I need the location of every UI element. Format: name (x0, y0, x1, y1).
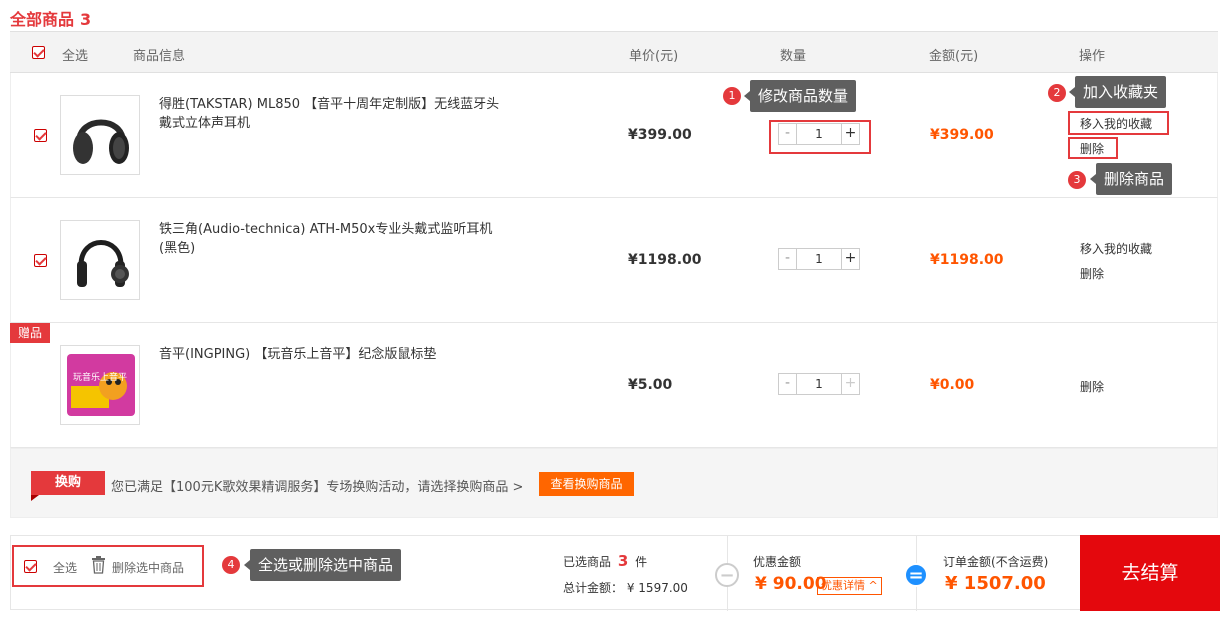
headphones-image (73, 119, 129, 164)
checkout-button[interactable]: 去结算 (1080, 535, 1220, 611)
callout-select-delete: 全选或删除选中商品 (243, 549, 402, 581)
callout-number-4: 4 (222, 556, 240, 574)
cart-item-row: 铁三角(Audio-technica) ATH-M50x专业头戴式监听耳机 (黑… (10, 198, 1218, 323)
highlight-footer-select-box (12, 545, 204, 587)
callout-edit-quantity: 修改商品数量 (743, 80, 857, 112)
cart-item-row: 得胜(TAKSTAR) ML850 【音平十周年定制版】无线蓝牙头戴式立体声耳机… (10, 73, 1218, 198)
highlight-qty-box (769, 120, 871, 154)
unit-price: ¥5.00 (628, 377, 673, 393)
headphones-image (77, 240, 129, 287)
qty-input[interactable]: 1 (798, 249, 840, 269)
select-all-checkbox[interactable] (32, 46, 45, 59)
delete-link[interactable]: 删除 (1080, 378, 1104, 395)
callout-delete-item: 删除商品 (1089, 163, 1173, 195)
qty-minus-button[interactable]: - (779, 374, 797, 394)
view-swap-button[interactable]: 查看换购商品 (539, 472, 634, 496)
order-total-label: 订单金额(不含运费) (943, 555, 1049, 569)
item-checkbox[interactable] (34, 254, 47, 267)
callout-number-3: 3 (1068, 171, 1086, 189)
total-summary: 总计金额： ¥ 1597.00 (563, 579, 688, 596)
unit-price: ¥399.00 (628, 127, 692, 143)
callout-add-favorite: 加入收藏夹 (1068, 76, 1167, 108)
swap-text[interactable]: 您已满足【100元K歌效果精调服务】专场换购活动，请选择换购商品 > (111, 476, 523, 495)
total-value: ¥ 1597.00 (626, 581, 688, 595)
move-to-favorites-link[interactable]: 移入我的收藏 (1080, 240, 1152, 257)
page-title: 全部商品 3 (10, 6, 91, 30)
selected-unit: 件 (635, 555, 648, 569)
column-operation: 操作 (1079, 49, 1106, 64)
qty-plus-button[interactable]: + (841, 374, 859, 394)
qty-plus-button[interactable]: + (841, 249, 859, 269)
discount-detail-button[interactable]: 优惠详情 ^ (817, 577, 882, 595)
product-name[interactable]: 音平(INGPING) 【玩音乐上音平】纪念版鼠标垫 (159, 345, 509, 364)
qty-minus-button[interactable]: - (779, 249, 797, 269)
column-quantity: 数量 (780, 49, 807, 64)
unit-price: ¥1198.00 (628, 252, 702, 268)
title-text: 全部商品 (10, 10, 75, 29)
mousepad-image: 玩音乐上音平 (67, 354, 135, 416)
mousepad-text: 玩音乐上音平 (73, 371, 127, 383)
highlight-delete-box (1068, 137, 1118, 159)
column-unit-price: 单价(元) (629, 49, 679, 64)
callout-number-1: 1 (723, 87, 741, 105)
column-info: 商品信息 (133, 49, 186, 64)
select-all-label[interactable]: 全选 (62, 45, 88, 64)
minus-icon: − (715, 563, 739, 587)
selected-summary: 已选商品 3 件 (563, 552, 647, 570)
product-image[interactable] (60, 220, 140, 300)
order-total-value: ¥ 1507.00 (945, 573, 1046, 594)
swap-tag: 换购 (31, 471, 105, 501)
qty-input: 1 (815, 377, 823, 391)
item-amount: ¥399.00 (930, 127, 994, 143)
column-amount: 金额(元) (929, 49, 979, 64)
product-image[interactable] (60, 95, 140, 175)
item-count: 3 (80, 10, 92, 29)
discount-value: ¥ 90.00 (755, 574, 827, 594)
item-amount: ¥1198.00 (930, 252, 1004, 268)
quantity-stepper: - 1 + (778, 248, 860, 270)
selected-count: 3 (617, 552, 629, 570)
equals-icon: = (904, 563, 928, 587)
swap-promo-bar: 换购 您已满足【100元K歌效果精调服务】专场换购活动，请选择换购商品 > 查看… (10, 448, 1218, 518)
item-checkbox[interactable] (34, 129, 47, 142)
quantity-stepper: - 1 + (778, 373, 860, 395)
selected-label: 已选商品 (563, 555, 612, 569)
total-label: 总计金额： (563, 581, 624, 595)
table-header: 全选 商品信息 单价(元) 数量 金额(元) 操作 (10, 31, 1218, 73)
product-name[interactable]: 得胜(TAKSTAR) ML850 【音平十周年定制版】无线蓝牙头戴式立体声耳机 (159, 95, 509, 133)
highlight-favorite-box (1068, 111, 1169, 135)
product-name[interactable]: 铁三角(Audio-technica) ATH-M50x专业头戴式监听耳机 (黑… (159, 220, 509, 258)
cart-item-row: 玩音乐上音平 音平(INGPING) 【玩音乐上音平】纪念版鼠标垫 ¥5.00 … (10, 323, 1218, 448)
product-image[interactable]: 玩音乐上音平 (60, 345, 140, 425)
gift-badge: 赠品 (10, 323, 50, 343)
item-amount: ¥0.00 (930, 377, 975, 393)
callout-number-2: 2 (1048, 84, 1066, 102)
discount-label: 优惠金额 (753, 555, 802, 569)
delete-link[interactable]: 删除 (1080, 265, 1104, 282)
